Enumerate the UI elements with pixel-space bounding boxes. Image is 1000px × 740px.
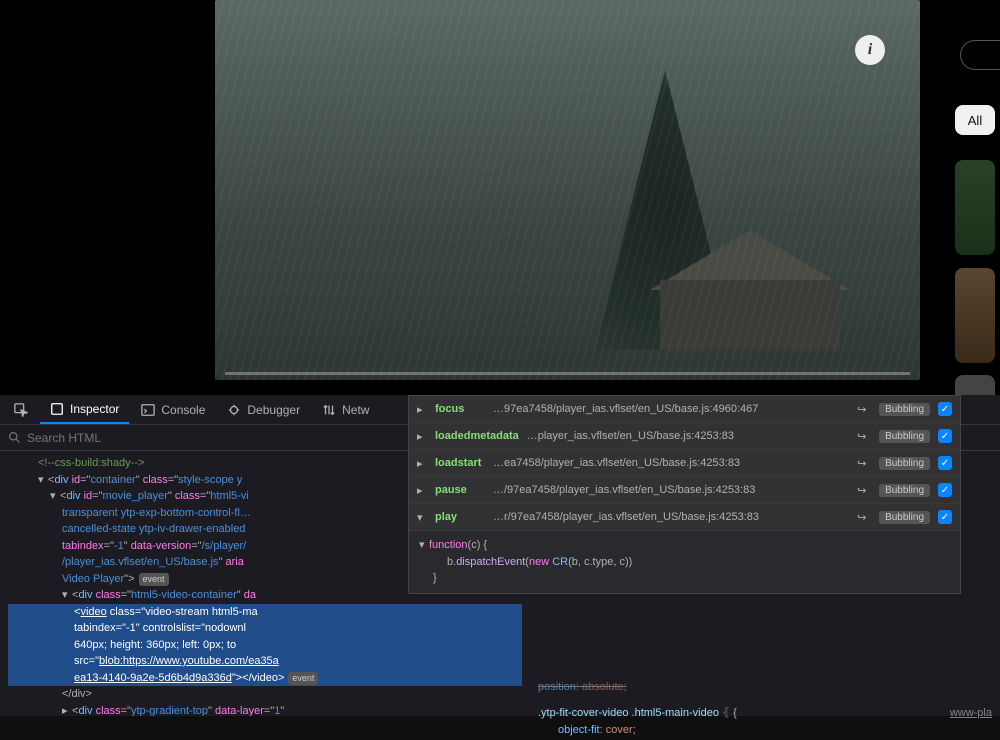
goto-source-icon[interactable]: ↪ <box>857 457 871 470</box>
tab-network[interactable]: Netw <box>312 395 379 424</box>
twisty-icon[interactable]: ▸ <box>62 703 72 717</box>
event-listener-row[interactable]: ▸ loadstart …ea7458/player_ias.vflset/en_U… <box>409 450 960 477</box>
tab-console-label: Console <box>161 403 205 417</box>
event-source-path[interactable]: …ea7458/player_ias.vflset/en_US/base.js:… <box>493 457 849 469</box>
tree-node[interactable]: ▸<div class="ytp-gradient-top" data-laye… <box>8 703 522 717</box>
event-badge[interactable]: event <box>288 672 318 686</box>
event-listener-row[interactable]: ▸ focus …97ea7458/player_ias.vflset/en_US/… <box>409 396 960 423</box>
goto-source-icon[interactable]: ↪ <box>857 511 871 524</box>
event-listeners-panel: ▸ focus …97ea7458/player_ias.vflset/en_US/… <box>408 395 961 594</box>
tree-node-cont: ea13-4140-9a2e-5d6b4d9a336d"></video>eve… <box>8 670 522 687</box>
info-icon[interactable]: i <box>855 35 885 65</box>
twisty-icon[interactable]: ▾ <box>50 488 60 505</box>
event-badge[interactable]: event <box>139 573 169 587</box>
right-sidebar: All <box>950 0 1000 395</box>
bubbling-badge: Bubbling <box>879 457 930 470</box>
video-thumbnail[interactable] <box>955 268 995 363</box>
tree-node-close[interactable]: </div> <box>8 686 522 703</box>
tree-node-cont: src="blob:https://www.youtube.com/ea35a <box>8 653 522 670</box>
event-listener-row[interactable]: ▸ pause …/97ea7458/player_ias.vflset/en_US… <box>409 477 960 504</box>
tab-debugger-label: Debugger <box>247 403 300 417</box>
twisty-icon[interactable]: ▸ <box>417 430 427 443</box>
video-progress-bar[interactable] <box>225 372 910 375</box>
twisty-icon[interactable]: ▸ <box>417 484 427 497</box>
scene-rain <box>215 0 920 380</box>
video-frame[interactable]: i <box>215 0 920 380</box>
event-name: loadstart <box>435 457 485 469</box>
bubbling-badge: Bubbling <box>879 403 930 416</box>
twisty-icon[interactable]: ▾ <box>62 587 72 604</box>
bubbling-badge: Bubbling <box>879 430 930 443</box>
source-file-link[interactable]: www-pla <box>950 705 992 723</box>
event-name: loadedmetadata <box>435 430 519 442</box>
event-source-path[interactable]: …/97ea7458/player_ias.vflset/en_US/base.… <box>493 484 849 496</box>
bubbling-badge: Bubbling <box>879 484 930 497</box>
twisty-icon[interactable]: ▸ <box>417 403 427 416</box>
goto-source-icon[interactable]: ↪ <box>857 430 871 443</box>
tab-console[interactable]: Console <box>131 395 215 424</box>
event-source-path[interactable]: …player_ias.vflset/en_US/base.js:4253:83 <box>527 430 849 442</box>
event-name: play <box>435 511 485 523</box>
tree-node-cont: tabindex="-1" controlslist="nodownl <box>8 620 522 637</box>
event-enabled-checkbox[interactable]: ✓ <box>938 402 952 416</box>
twisty-icon[interactable]: ▸ <box>417 457 427 470</box>
element-picker-icon[interactable] <box>4 395 38 424</box>
search-pill[interactable] <box>960 40 1000 70</box>
event-enabled-checkbox[interactable]: ✓ <box>938 510 952 524</box>
twisty-icon[interactable]: ▾ <box>417 511 427 524</box>
video-thumbnail[interactable] <box>955 160 995 255</box>
tab-inspector[interactable]: Inspector <box>40 395 129 424</box>
event-enabled-checkbox[interactable]: ✓ <box>938 483 952 497</box>
event-name: focus <box>435 403 485 415</box>
event-enabled-checkbox[interactable]: ✓ <box>938 429 952 443</box>
video-player-region: i All <box>0 0 1000 395</box>
twisty-icon[interactable]: ▾ <box>38 472 48 489</box>
tree-node-selected[interactable]: <video class="video-stream html5-ma <box>8 604 522 621</box>
tree-node-cont: 640px; height: 360px; left: 0px; to <box>8 637 522 654</box>
event-listener-row[interactable]: ▾ play …r/97ea7458/player_ias.vflset/en_US… <box>409 504 960 531</box>
event-handler-code: ▾function(c) { b.dispatchEvent(new CR(b,… <box>409 531 960 593</box>
search-input[interactable] <box>27 431 327 445</box>
event-source-path[interactable]: …97ea7458/player_ias.vflset/en_US/base.j… <box>493 403 849 415</box>
tab-debugger[interactable]: Debugger <box>217 395 310 424</box>
search-icon <box>8 431 21 444</box>
event-name: pause <box>435 484 485 496</box>
event-enabled-checkbox[interactable]: ✓ <box>938 456 952 470</box>
twisty-icon[interactable]: ▾ <box>419 537 429 554</box>
event-source-path[interactable]: …r/97ea7458/player_ias.vflset/en_US/base… <box>493 511 849 523</box>
event-listener-row[interactable]: ▸ loadedmetadata …player_ias.vflset/en_US/… <box>409 423 960 450</box>
tab-network-label: Netw <box>342 403 369 417</box>
goto-source-icon[interactable]: ↪ <box>857 403 871 416</box>
bubbling-badge: Bubbling <box>879 511 930 524</box>
tab-inspector-label: Inspector <box>70 402 119 416</box>
goto-source-icon[interactable]: ↪ <box>857 484 871 497</box>
filter-all-button[interactable]: All <box>955 105 995 135</box>
